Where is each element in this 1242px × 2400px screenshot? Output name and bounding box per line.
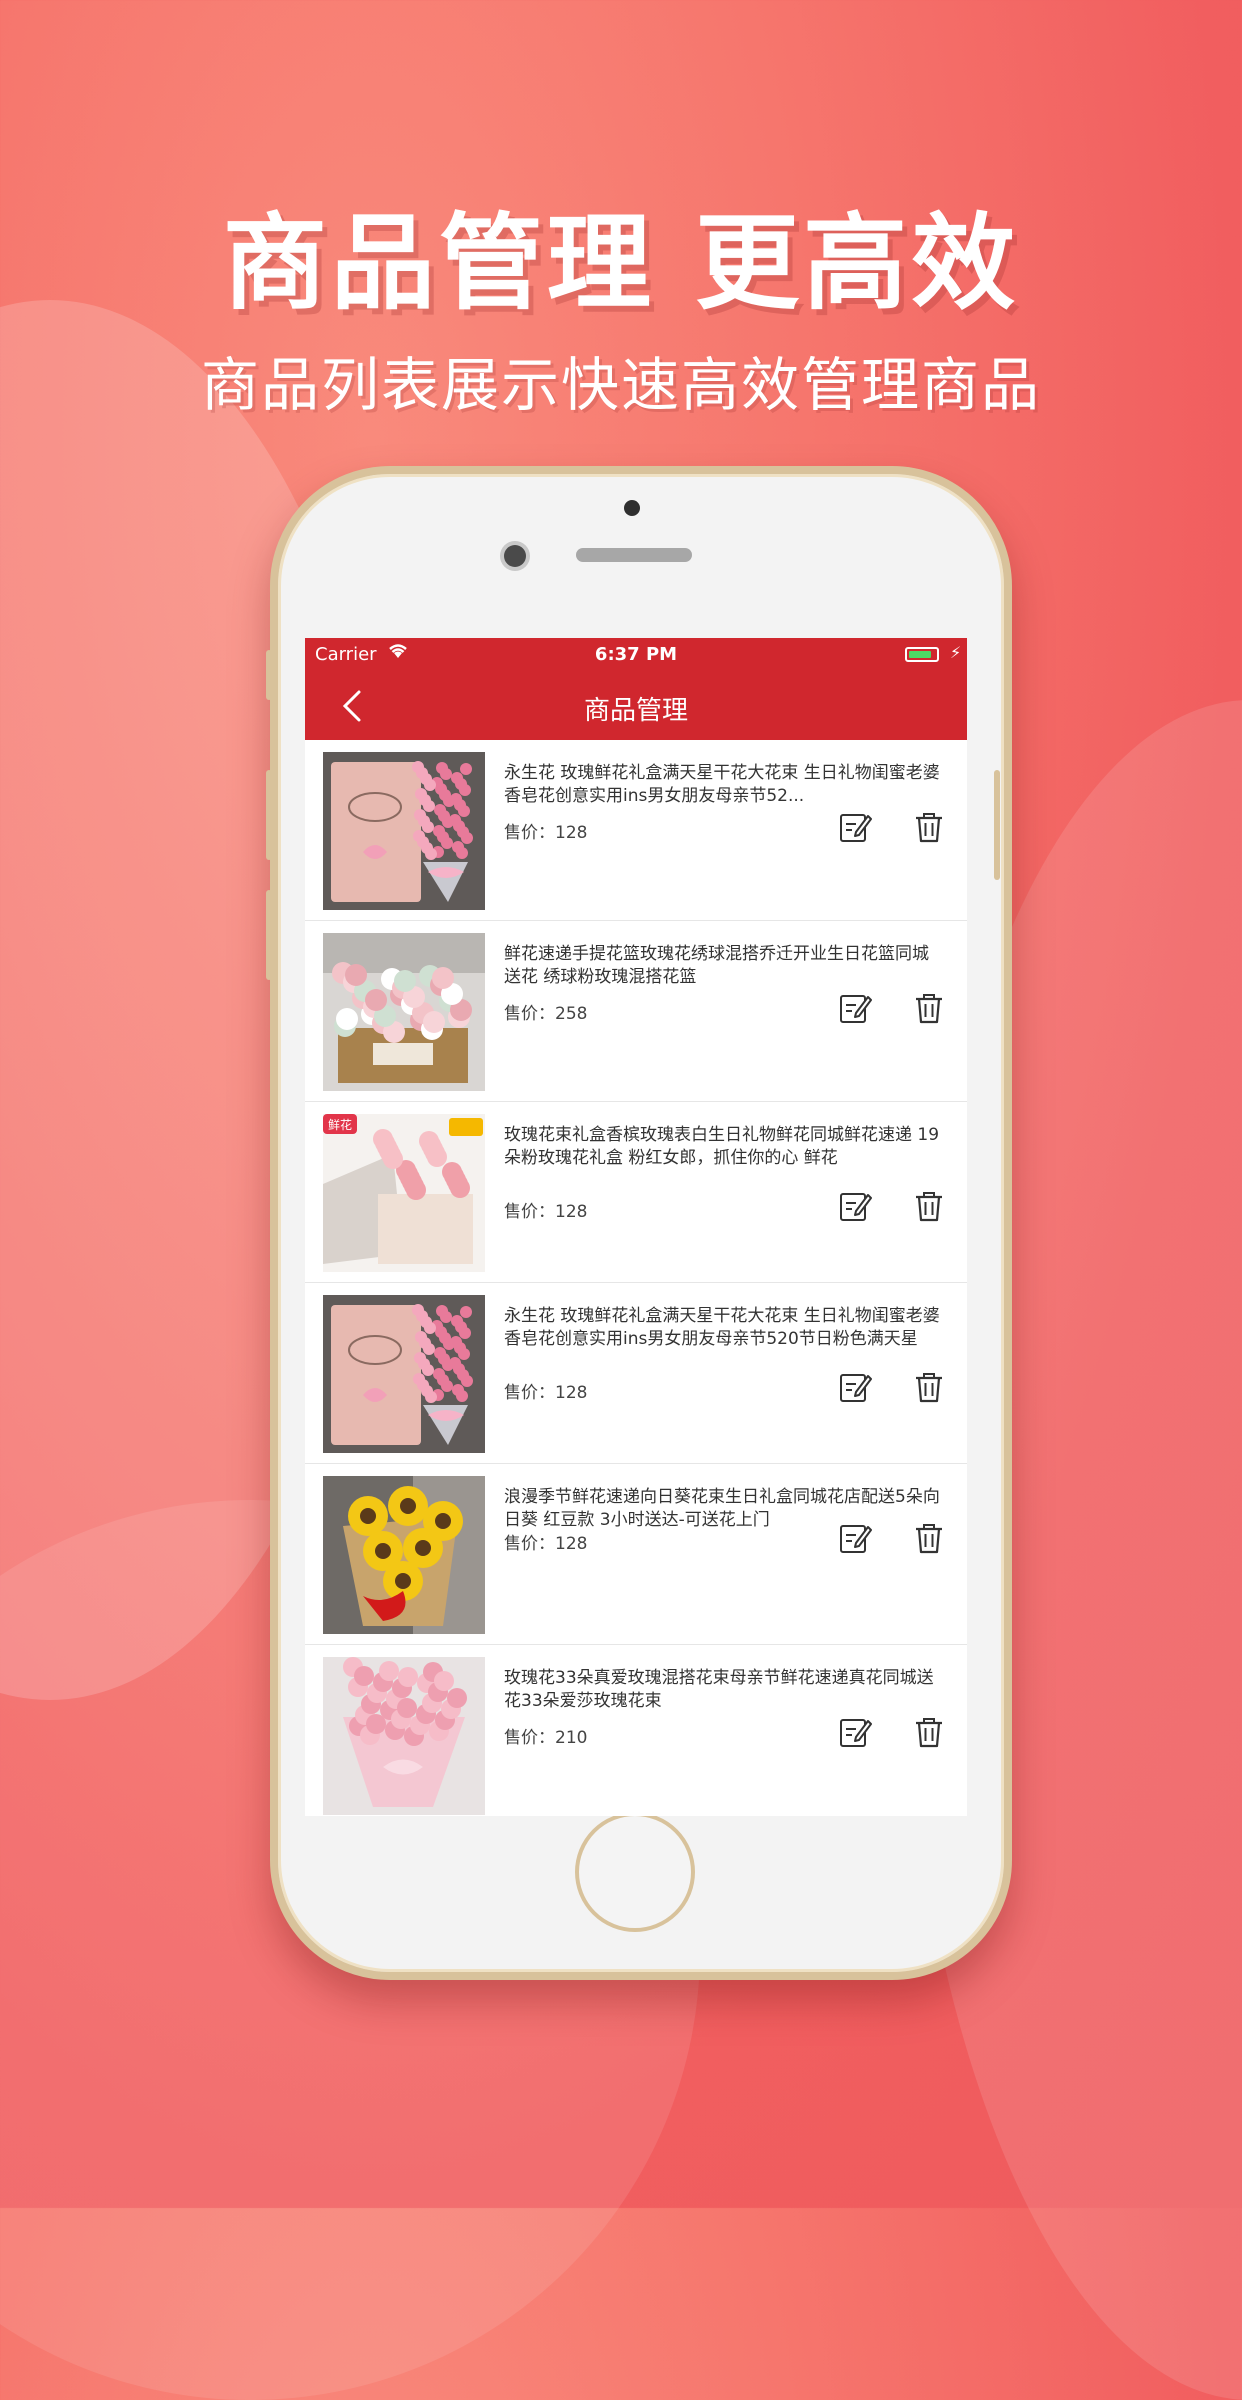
product-list-item[interactable]: 玫瑰花33朵真爱玫瑰混搭花束母亲节鲜花速递真花同城送花33朵爱莎玫瑰花束售价：2… (305, 1645, 967, 1816)
price-label: 售价： (504, 1202, 555, 1222)
status-time: 6:37 PM (594, 644, 678, 665)
proximity-sensor (624, 500, 640, 516)
product-price: 售价：210 (504, 1723, 587, 1748)
delete-icon[interactable] (912, 1189, 946, 1223)
product-thumbnail (323, 1476, 485, 1634)
product-list-item[interactable]: 浪漫季节鲜花速递向日葵花束生日礼盒同城花店配送5朵向日葵 红豆款 3小时送达-可… (305, 1464, 967, 1645)
navigation-bar: 商品管理 (305, 672, 967, 740)
delete-icon[interactable] (912, 1521, 946, 1555)
edit-icon[interactable] (838, 1715, 872, 1749)
price-value: 128 (555, 1202, 588, 1222)
delete-icon[interactable] (912, 1715, 946, 1749)
delete-icon[interactable] (912, 991, 946, 1025)
edit-icon[interactable] (838, 810, 872, 844)
product-thumbnail (323, 933, 485, 1091)
product-description: 永生花 玫瑰鲜花礼盒满天星干花大花束 生日礼物闺蜜老婆香皂花创意实用ins男女朋… (504, 763, 940, 806)
product-list-item[interactable]: 永生花 玫瑰鲜花礼盒满天星干花大花束 生日礼物闺蜜老婆香皂花创意实用ins男女朋… (305, 1283, 967, 1464)
phone-screen: Carrier 6:37 PM ⚡ 商品管理 永生花 玫瑰鲜花礼盒满天星干花大花… (305, 638, 967, 1816)
product-list-item[interactable]: 鲜花速递手提花篮玫瑰花绣球混搭乔迁开业生日花篮同城送花 绣球粉玫瑰混搭花篮售价：… (305, 921, 967, 1102)
product-list: 永生花 玫瑰鲜花礼盒满天星干花大花束 生日礼物闺蜜老婆香皂花创意实用ins男女朋… (305, 740, 967, 1816)
product-price: 售价：258 (504, 999, 587, 1024)
phone-side-button (266, 650, 272, 700)
phone-side-button (994, 770, 1000, 880)
phone-side-button (266, 770, 272, 860)
charging-icon: ⚡ (950, 643, 962, 662)
price-value: 210 (555, 1728, 588, 1748)
edit-icon[interactable] (838, 991, 872, 1025)
price-value: 258 (555, 1004, 588, 1024)
delete-icon[interactable] (912, 810, 946, 844)
earpiece-speaker (576, 548, 692, 562)
price-label: 售价： (504, 1728, 555, 1748)
page-title: 商品管理 (583, 696, 688, 726)
edit-icon[interactable] (838, 1521, 872, 1555)
svg-text:鲜花: 鲜花 (328, 1117, 352, 1132)
product-price: 售价：128 (504, 818, 587, 843)
price-value: 128 (555, 1383, 588, 1403)
home-button[interactable] (575, 1812, 695, 1932)
price-label: 售价： (504, 1534, 555, 1554)
promo-headline: 商品管理 更高效 (222, 202, 1020, 324)
product-description: 永生花 玫瑰鲜花礼盒满天星干花大花束 生日礼物闺蜜老婆香皂花创意实用ins男女朋… (504, 1306, 940, 1349)
front-camera (504, 545, 526, 567)
status-bar: Carrier 6:37 PM ⚡ (305, 638, 967, 672)
battery-level (909, 651, 931, 658)
promo-subline: 商品列表展示快速高效管理商品 (200, 351, 1041, 419)
phone-side-button (266, 890, 272, 980)
product-thumbnail: 鲜花 (323, 1114, 485, 1272)
product-thumbnail (323, 1657, 485, 1815)
edit-icon[interactable] (838, 1189, 872, 1223)
product-description: 玫瑰花33朵真爱玫瑰混搭花束母亲节鲜花速递真花同城送花33朵爱莎玫瑰花束 (504, 1668, 934, 1711)
price-label: 售价： (504, 823, 555, 843)
product-thumbnail (323, 752, 485, 910)
product-list-item[interactable]: 永生花 玫瑰鲜花礼盒满天星干花大花束 生日礼物闺蜜老婆香皂花创意实用ins男女朋… (305, 740, 967, 921)
product-price: 售价：128 (504, 1378, 587, 1403)
product-description: 玫瑰花束礼盒香槟玫瑰表白生日礼物鲜花同城鲜花速递 19朵粉玫瑰花礼盒 粉红女郎，… (504, 1125, 940, 1168)
edit-icon[interactable] (838, 1370, 872, 1404)
price-value: 128 (555, 823, 588, 843)
product-list-item[interactable]: 鲜花玫瑰花束礼盒香槟玫瑰表白生日礼物鲜花同城鲜花速递 19朵粉玫瑰花礼盒 粉红女… (305, 1102, 967, 1283)
product-price: 售价：128 (504, 1529, 587, 1554)
delete-icon[interactable] (912, 1370, 946, 1404)
battery-icon (905, 647, 939, 662)
product-price: 售价：128 (504, 1197, 587, 1222)
price-label: 售价： (504, 1004, 555, 1024)
product-description: 浪漫季节鲜花速递向日葵花束生日礼盒同城花店配送5朵向日葵 红豆款 3小时送达-可… (504, 1487, 940, 1530)
product-thumbnail (323, 1295, 485, 1453)
product-description: 鲜花速递手提花篮玫瑰花绣球混搭乔迁开业生日花篮同城送花 绣球粉玫瑰混搭花篮 (504, 944, 929, 987)
price-value: 128 (555, 1534, 588, 1554)
price-label: 售价： (504, 1383, 555, 1403)
